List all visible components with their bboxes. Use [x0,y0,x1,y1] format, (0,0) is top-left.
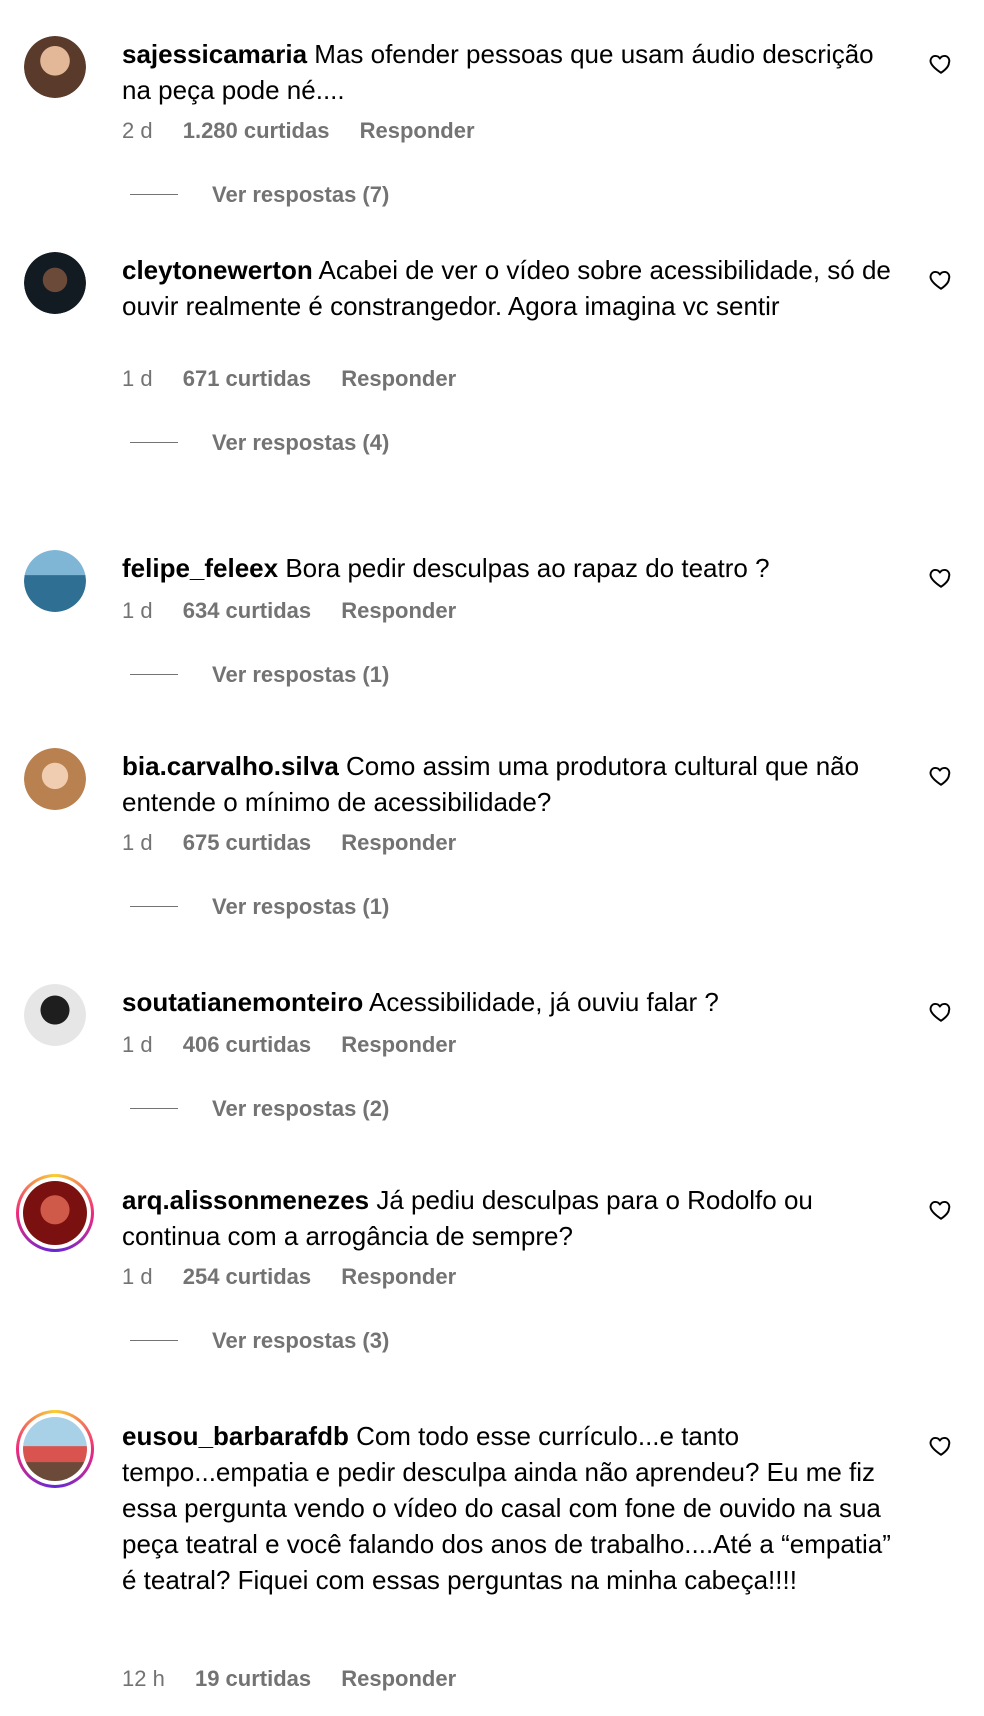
comment-time: 1 d [122,1264,153,1289]
replies-divider [130,673,178,675]
reply-button[interactable]: Responder [341,1264,456,1289]
comment-likes[interactable]: 675 curtidas [183,830,311,855]
view-replies-button[interactable]: Ver respostas (1) [130,894,389,920]
heart-outline-icon[interactable] [928,50,954,76]
heart-outline-icon[interactable] [928,1196,954,1222]
view-replies-label: Ver respostas (2) [212,1096,390,1121]
comment-text-block: sajessicamaria Mas ofender pessoas que u… [122,36,902,108]
heart-outline-icon[interactable] [928,762,954,788]
comment-text-block: arq.alissonmenezes Já pediu desculpas pa… [122,1182,902,1254]
comment-username[interactable]: sajessicamaria [122,39,307,69]
comment-time: 1 d [122,366,153,391]
comment-meta: 1 d 634 curtidas Responder [122,598,480,624]
comment-text-block: cleytonewerton Acabei de ver o vídeo sob… [122,252,902,324]
comment-time: 2 d [122,118,153,143]
reply-button[interactable]: Responder [341,830,456,855]
comment-text-block: eusou_barbarafdb Com todo esse currículo… [122,1418,902,1598]
avatar-story-ring[interactable] [16,1174,94,1252]
avatar[interactable] [24,984,86,1046]
comment-meta: 2 d 1.280 curtidas Responder [122,118,499,144]
comment-username[interactable]: felipe_feleex [122,553,278,583]
view-replies-label: Ver respostas (7) [212,182,390,207]
view-replies-button[interactable]: Ver respostas (1) [130,662,389,688]
comment-time: 12 h [122,1666,165,1691]
comment-body: Bora pedir desculpas ao rapaz do teatro … [285,553,770,583]
comment-time: 1 d [122,830,153,855]
reply-button[interactable]: Responder [341,366,456,391]
comment-text-block: bia.carvalho.silva Como assim uma produt… [122,748,902,820]
reply-button[interactable]: Responder [341,1032,456,1057]
comment-username[interactable]: eusou_barbarafdb [122,1421,349,1451]
comment-likes[interactable]: 254 curtidas [183,1264,311,1289]
heart-outline-icon[interactable] [928,1432,954,1458]
comment-likes[interactable]: 671 curtidas [183,366,311,391]
comment-likes[interactable]: 406 curtidas [183,1032,311,1057]
replies-divider [130,193,178,195]
view-replies-button[interactable]: Ver respostas (3) [130,1328,389,1354]
comment-likes[interactable]: 19 curtidas [195,1666,311,1691]
comment-text-block: soutatianemonteiro Acessibilidade, já ou… [122,984,902,1020]
heart-outline-icon[interactable] [928,564,954,590]
view-replies-label: Ver respostas (1) [212,894,390,919]
comment-likes[interactable]: 634 curtidas [183,598,311,623]
comment-meta: 1 d 671 curtidas Responder [122,366,480,392]
avatar[interactable] [24,748,86,810]
comment-meta: 1 d 675 curtidas Responder [122,830,480,856]
view-replies-button[interactable]: Ver respostas (7) [130,182,389,208]
reply-button[interactable]: Responder [360,118,475,143]
avatar[interactable] [24,550,86,612]
avatar-story-ring[interactable] [16,1410,94,1488]
avatar[interactable] [24,36,86,98]
reply-button[interactable]: Responder [341,598,456,623]
avatar [19,1413,91,1485]
view-replies-label: Ver respostas (1) [212,662,390,687]
heart-outline-icon[interactable] [928,266,954,292]
comment-username[interactable]: bia.carvalho.silva [122,751,339,781]
comment-text-block: felipe_feleex Bora pedir desculpas ao ra… [122,550,902,586]
comment-username[interactable]: soutatianemonteiro [122,987,363,1017]
comment-likes[interactable]: 1.280 curtidas [183,118,330,143]
comment-time: 1 d [122,1032,153,1057]
replies-divider [130,441,178,443]
view-replies-button[interactable]: Ver respostas (4) [130,430,389,456]
comment-meta: 12 h 19 curtidas Responder [122,1666,480,1692]
comment-username[interactable]: cleytonewerton [122,255,313,285]
comment-meta: 1 d 406 curtidas Responder [122,1032,480,1058]
replies-divider [130,1339,178,1341]
reply-button[interactable]: Responder [341,1666,456,1691]
comment-meta: 1 d 254 curtidas Responder [122,1264,480,1290]
heart-outline-icon[interactable] [928,998,954,1024]
view-replies-label: Ver respostas (4) [212,430,390,455]
avatar[interactable] [24,252,86,314]
replies-divider [130,1107,178,1109]
comment-username[interactable]: arq.alissonmenezes [122,1185,369,1215]
comment-body: Acessibilidade, já ouviu falar ? [369,987,719,1017]
comment-time: 1 d [122,598,153,623]
view-replies-button[interactable]: Ver respostas (2) [130,1096,389,1122]
view-replies-label: Ver respostas (3) [212,1328,390,1353]
replies-divider [130,905,178,907]
avatar [19,1177,91,1249]
